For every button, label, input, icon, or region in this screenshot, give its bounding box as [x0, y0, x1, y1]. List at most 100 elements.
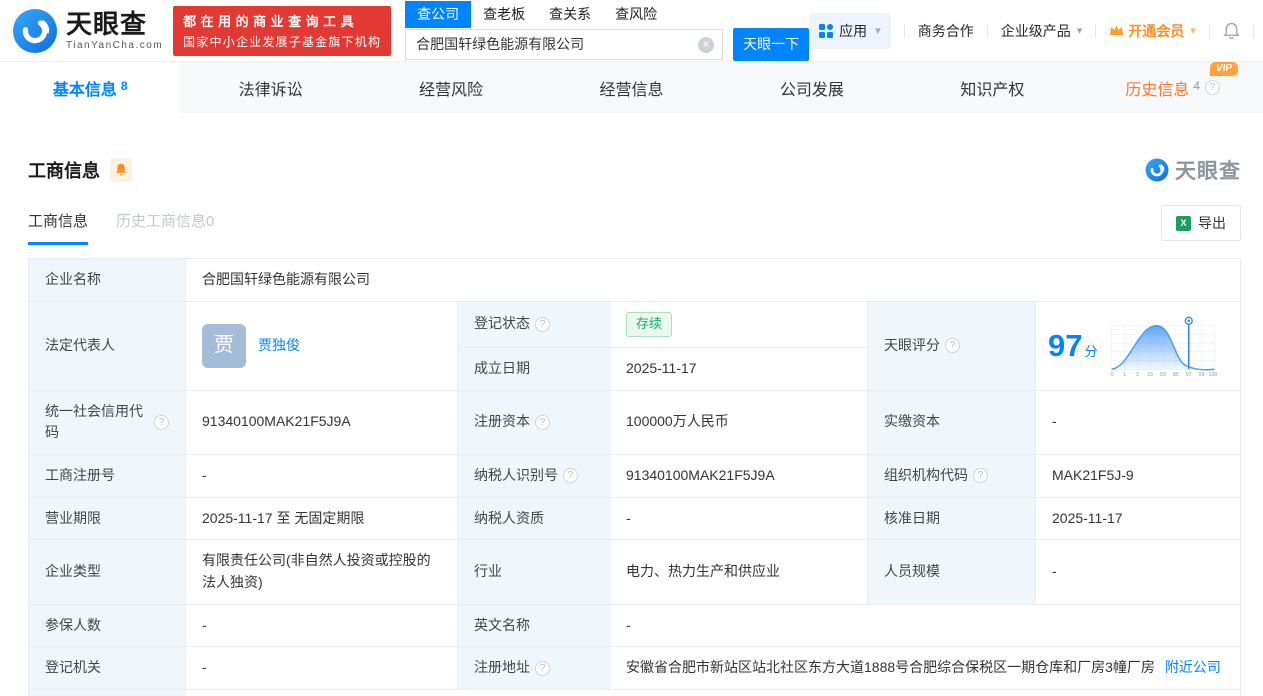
svg-text:85: 85	[1172, 372, 1178, 378]
tab-intellectual-property[interactable]: 知识产权	[902, 62, 1082, 113]
help-icon[interactable]: ?	[973, 468, 988, 483]
subscribe-bell-icon[interactable]	[110, 158, 132, 182]
svg-text:0: 0	[1110, 372, 1113, 378]
search-input-wrap: ×	[405, 29, 723, 60]
tab-history-info[interactable]: VIP 历史信息 4 ?	[1083, 62, 1263, 113]
staff-size-label: 人员规模	[868, 540, 1036, 604]
search-input[interactable]	[406, 30, 722, 59]
tab-history-info-count: 4	[1193, 79, 1200, 93]
svg-text:99: 99	[1198, 372, 1204, 378]
nav-business-cooperation[interactable]: 商务合作	[918, 21, 974, 41]
company-name-label: 企业名称	[29, 259, 186, 302]
legal-rep-label: 法定代表人	[29, 301, 186, 390]
export-button[interactable]: X 导出	[1161, 205, 1241, 241]
page: 天眼查 TianYanCha.com 都在用的商业查询工具 国家中小企业发展子基…	[0, 0, 1263, 696]
score-unit: 分	[1084, 344, 1097, 359]
search-tabs: 查公司 查老板 查关系 查风险	[405, 1, 809, 28]
clear-search-icon[interactable]: ×	[698, 37, 714, 53]
divider	[1253, 24, 1254, 38]
nearby-companies-link[interactable]: 附近公司	[1165, 659, 1221, 675]
nav-open-membership[interactable]: 开通会员 ▾	[1109, 21, 1196, 41]
apps-grid-icon	[819, 24, 833, 38]
table-row: 营业期限 2025-11-17 至 无固定期限 纳税人资质 - 核准日期 202…	[29, 497, 1241, 540]
apps-label: 应用	[839, 21, 867, 41]
tab-basic-info[interactable]: 基本信息 8	[0, 62, 180, 113]
watermark-text: 天眼查	[1175, 155, 1241, 185]
reg-number-label: 工商注册号	[29, 454, 186, 497]
tab-company-development[interactable]: 公司发展	[722, 62, 902, 113]
brand-name: 天眼查	[66, 11, 163, 37]
paid-capital-value: -	[1036, 390, 1241, 454]
approval-date-value: 2025-11-17	[1036, 497, 1241, 540]
vip-badge: VIP	[1210, 62, 1238, 76]
paid-capital-label: 实缴资本	[868, 390, 1036, 454]
credit-code-label: 统一社会信用代码?	[29, 390, 186, 454]
tianyancha-logo[interactable]: 天眼查 TianYanCha.com	[12, 8, 163, 54]
notification-bell-icon[interactable]	[1223, 22, 1240, 40]
apps-menu[interactable]: 应用 ▾	[809, 13, 891, 49]
help-icon[interactable]: ?	[535, 317, 550, 332]
english-name-label: 英文名称	[458, 604, 610, 647]
credit-code-value: 91340100MAK21F5J9A	[186, 390, 458, 454]
insured-staff-value: -	[186, 604, 458, 647]
tab-operating-risk[interactable]: 经营风险	[361, 62, 541, 113]
status-badge: 存续	[626, 312, 672, 337]
business-scope-label: 经营范围?	[29, 690, 186, 696]
reg-status-value: 存续	[610, 301, 868, 347]
business-scope-value: 一般项目：电池制造；电池销售；新能源汽车生产测试设备销售；新能源原动设备销售；太…	[186, 690, 1241, 696]
search-tab-relation[interactable]: 查关系	[537, 1, 603, 28]
tab-legal-proceedings[interactable]: 法律诉讼	[180, 62, 360, 113]
help-icon[interactable]: ?	[535, 661, 550, 676]
help-icon[interactable]: ?	[154, 415, 169, 430]
subtab-history-business-info[interactable]: 历史工商信息0	[116, 210, 214, 245]
tyc-score-value: 97分	[1036, 301, 1241, 390]
promo-banner[interactable]: 都在用的商业查询工具 国家中小企业发展子基金旗下机构	[173, 6, 391, 56]
crown-icon	[1109, 24, 1124, 37]
brand-domain: TianYanCha.com	[66, 40, 163, 51]
help-icon[interactable]: ?	[1205, 80, 1220, 95]
divider	[1209, 24, 1210, 38]
legal-rep-value: 贾 贾独俊	[186, 301, 458, 390]
org-code-label: 组织机构代码?	[868, 454, 1036, 497]
company-type-label: 企业类型	[29, 540, 186, 604]
help-icon[interactable]: ?	[535, 415, 550, 430]
business-term-value: 2025-11-17 至 无固定期限	[186, 497, 458, 540]
taxpayer-id-value: 91340100MAK21F5J9A	[610, 454, 868, 497]
subtab-business-info[interactable]: 工商信息	[28, 210, 88, 245]
table-row: 统一社会信用代码? 91340100MAK21F5J9A 注册资本? 10000…	[29, 390, 1241, 454]
table-row: 登记机关 - 注册地址? 安徽省合肥市新站区站北社区东方大道1888号合肥综合保…	[29, 647, 1241, 690]
search-button[interactable]: 天眼一下	[733, 28, 809, 61]
search-tab-risk[interactable]: 查风险	[603, 1, 669, 28]
main-content: 工商信息 天眼查 工商信息 历史工商信息0 X 导出	[0, 113, 1263, 696]
search-tab-company[interactable]: 查公司	[405, 1, 471, 28]
tyc-score-label: 天眼评分?	[868, 301, 1036, 390]
top-nav: 应用 ▾ 商务合作 企业级产品 ▾ 开通会员 ▾ 超级风...	[809, 13, 1263, 49]
establish-date-value: 2025-11-17	[610, 347, 868, 390]
table-row: 法定代表人 贾 贾独俊 登记状态? 存续 天眼评分? 97分	[29, 301, 1241, 347]
search-tab-boss[interactable]: 查老板	[471, 1, 537, 28]
promo-banner-line1: 都在用的商业查询工具	[183, 11, 381, 30]
tab-operating-info[interactable]: 经营信息	[541, 62, 721, 113]
table-row: 参保人数 - 英文名称 -	[29, 604, 1241, 647]
watermark-logo: 天眼查	[1145, 155, 1241, 185]
company-detail-tabs: 基本信息 8 法律诉讼 经营风险 经营信息 公司发展 知识产权 VIP 历史信息…	[0, 61, 1263, 113]
excel-icon: X	[1176, 216, 1191, 231]
export-label: 导出	[1198, 213, 1226, 233]
chevron-down-icon: ▾	[1077, 24, 1083, 37]
business-term-label: 营业期限	[29, 497, 186, 540]
legal-rep-avatar[interactable]: 贾	[202, 324, 246, 368]
tab-intellectual-property-label: 知识产权	[960, 76, 1024, 100]
nav-enterprise-products[interactable]: 企业级产品 ▾	[1001, 21, 1083, 41]
insured-staff-label: 参保人数	[29, 604, 186, 647]
tab-company-development-label: 公司发展	[780, 76, 844, 100]
help-icon[interactable]: ?	[563, 468, 578, 483]
reg-number-value: -	[186, 454, 458, 497]
help-icon[interactable]: ?	[945, 338, 960, 353]
top-header: 天眼查 TianYanCha.com 都在用的商业查询工具 国家中小企业发展子基…	[0, 0, 1263, 61]
watermark-logo-icon	[1145, 158, 1169, 182]
legal-rep-link[interactable]: 贾独俊	[258, 335, 300, 357]
svg-text:1: 1	[1123, 372, 1126, 378]
business-info-subtabs: 工商信息 历史工商信息0	[28, 210, 214, 245]
score-number: 97	[1048, 328, 1082, 363]
approval-date-label: 核准日期	[868, 497, 1036, 540]
